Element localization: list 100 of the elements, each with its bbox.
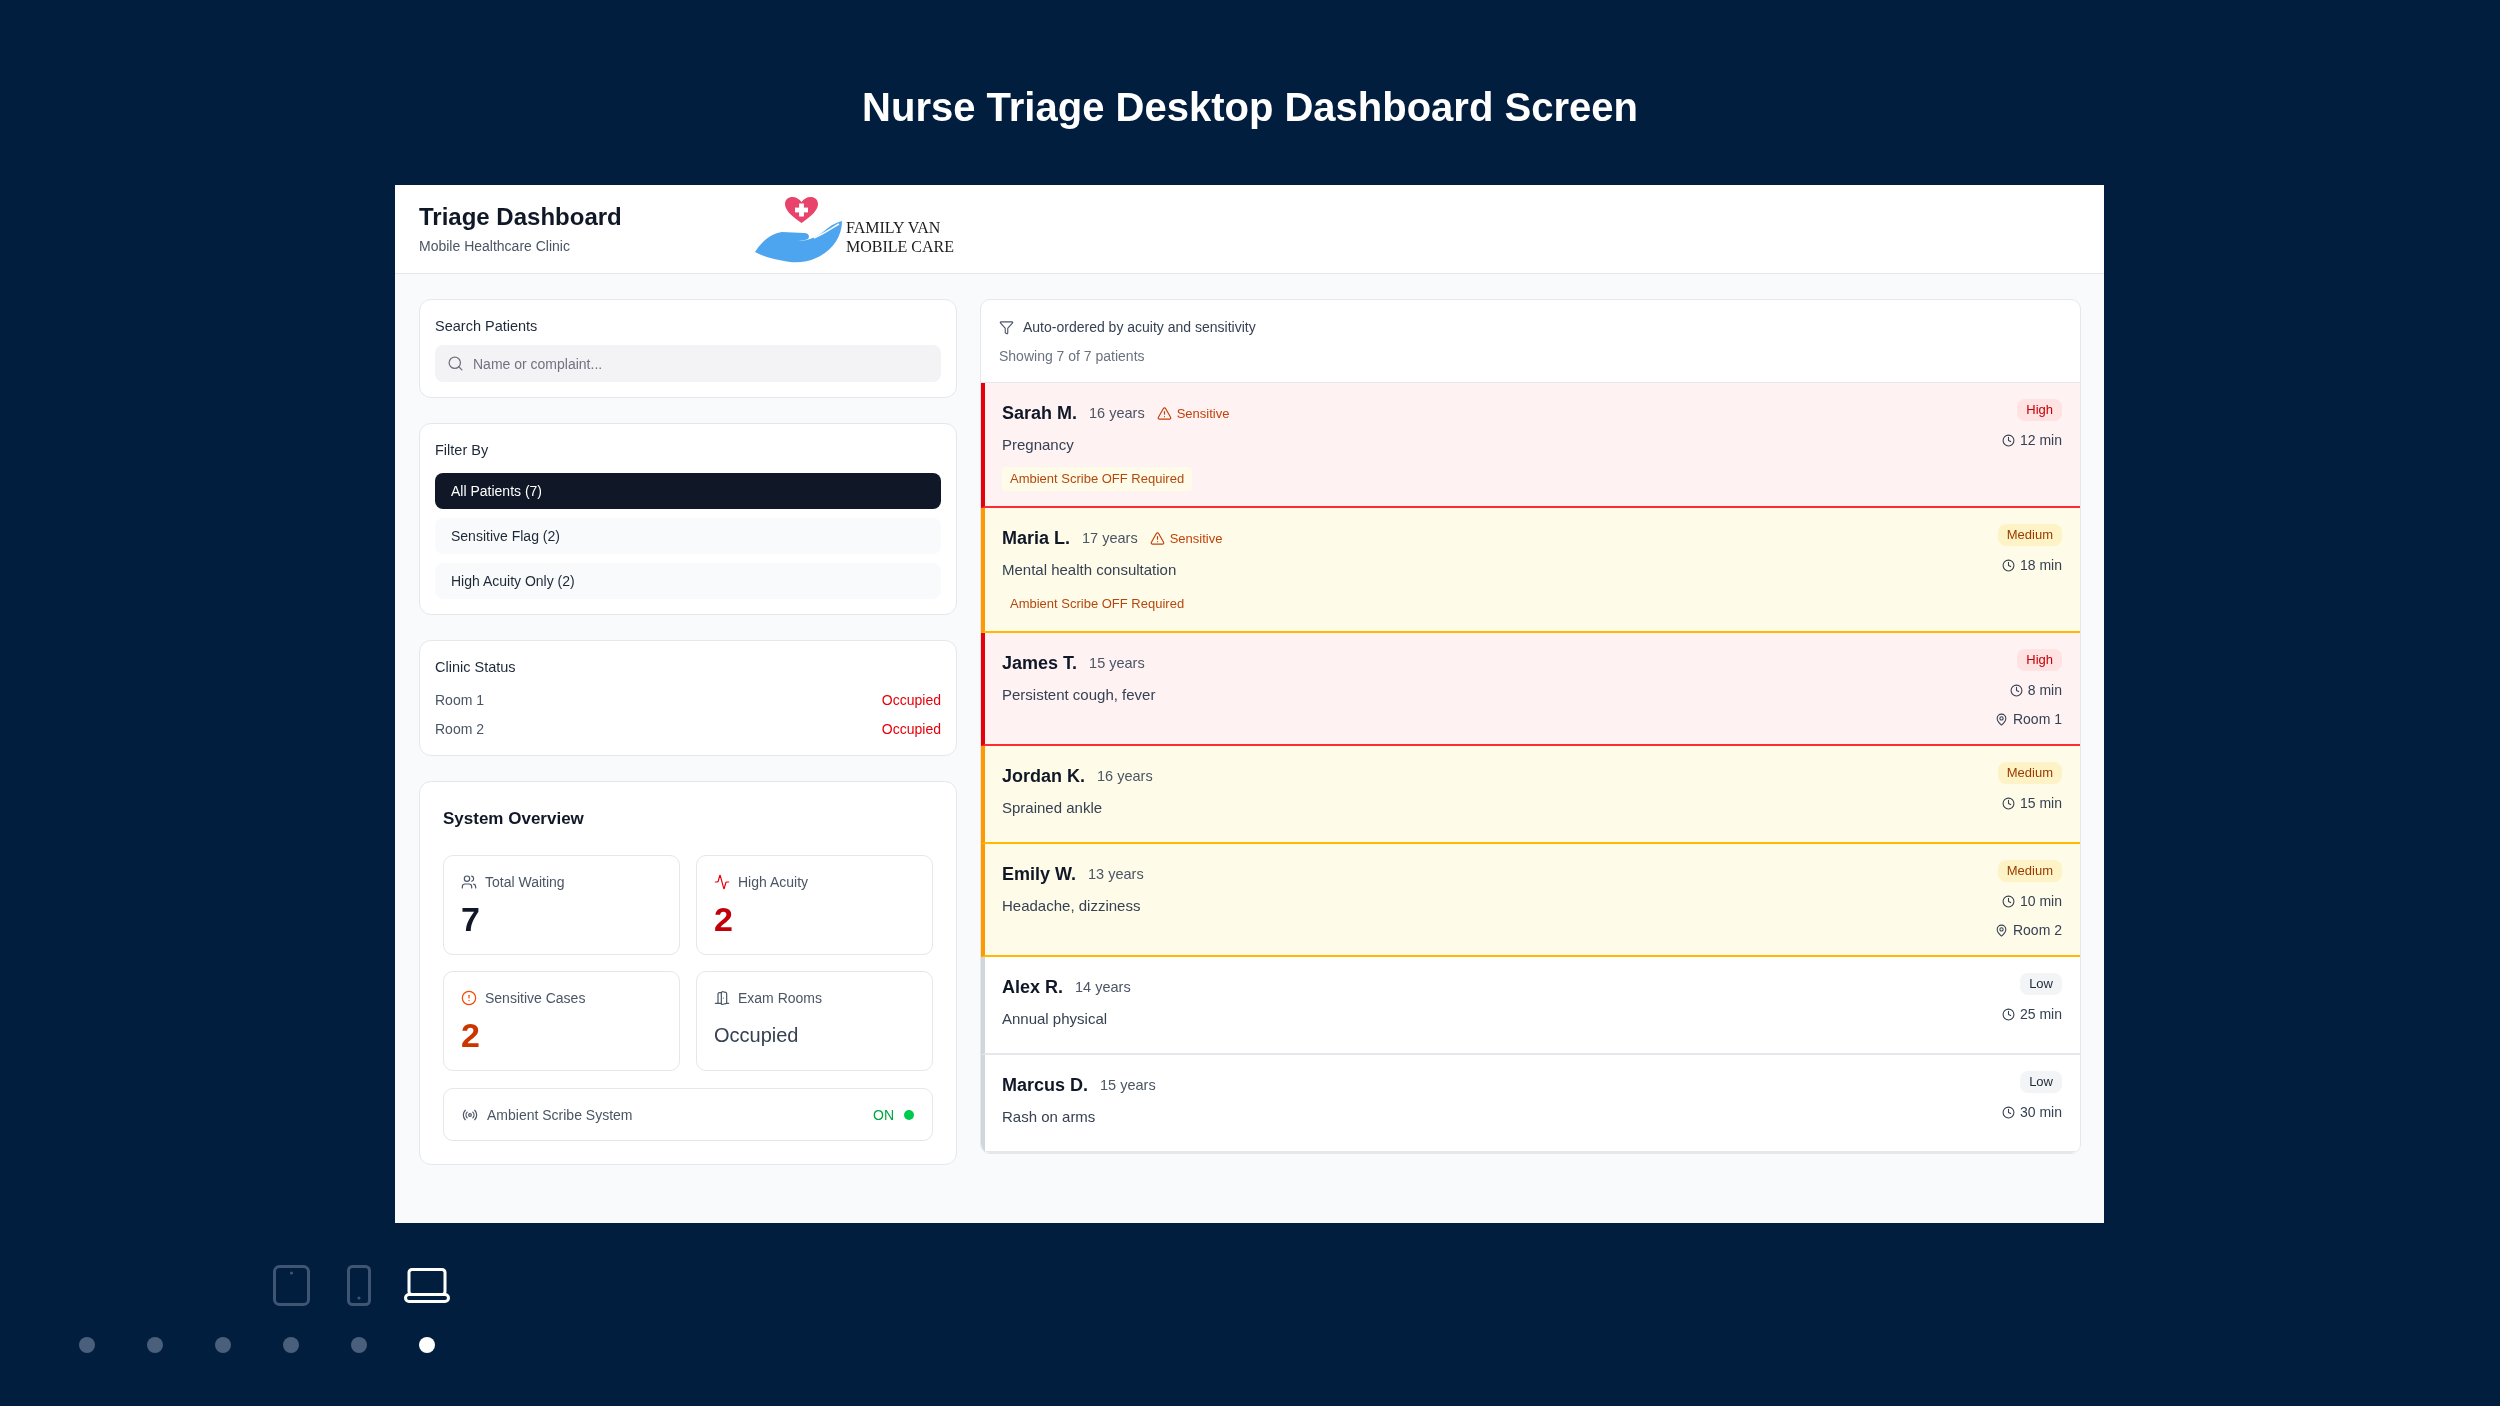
room-text: Room 2	[2012, 921, 2062, 940]
scribe-state: ON	[873, 1106, 894, 1123]
patient-age: 16 years	[1097, 768, 1153, 784]
room-text: Room 1	[2012, 710, 2062, 729]
clock-icon	[2001, 796, 2015, 810]
wait-time: 10 min	[2019, 892, 2062, 911]
patient-count: Showing 7 of 7 patients	[999, 347, 1146, 366]
wait-time: 15 min	[2019, 794, 2062, 813]
acuity-badge: Medium	[1997, 524, 2062, 546]
patient-row[interactable]: Emily W. 13 years Headache, dizziness Medium 10 min Room 2	[981, 844, 2080, 957]
pin-icon	[1994, 923, 2008, 937]
overview-title: System Overview	[443, 808, 585, 830]
pin-icon	[1994, 712, 2008, 726]
complaint-text: Persistent cough, fever	[1002, 685, 1156, 705]
complaint-text: Mental health consultation	[1002, 560, 1177, 580]
stat-label: Total Waiting	[485, 874, 565, 890]
patient-name: Sarah M.	[1002, 402, 1078, 424]
acuity-badge: Low	[2020, 1071, 2062, 1093]
pager-dot[interactable]	[419, 1337, 435, 1353]
dashboard-subtitle: Mobile Healthcare Clinic	[419, 237, 570, 256]
pager-dot[interactable]	[147, 1337, 163, 1353]
patient-row[interactable]: Marcus D. 15 years Rash on arms Low 30 min	[981, 1055, 2080, 1153]
room-status: Occupied	[881, 692, 941, 708]
scribe-off-tag: Ambient Scribe OFF Required	[1002, 467, 1193, 491]
patient-name: Emily W.	[1002, 863, 1077, 885]
pulse-icon	[714, 874, 730, 890]
patient-name: James T.	[1002, 652, 1078, 674]
filter-option[interactable]: High Acuity Only (2)	[435, 563, 941, 599]
patient-name: Maria L.	[1002, 527, 1071, 549]
funnel-icon	[999, 319, 1014, 335]
complaint-text: Rash on arms	[1002, 1107, 1096, 1127]
acuity-badge: Medium	[1997, 860, 2062, 882]
stat-value: Occupied	[714, 1023, 800, 1048]
filter-option[interactable]: All Patients (7)	[435, 473, 941, 509]
sensitive-label: Sensitive	[1176, 405, 1230, 421]
complaint-text: Annual physical	[1002, 1009, 1108, 1029]
stat-value: 2	[461, 1015, 481, 1056]
wait-time: 18 min	[2019, 556, 2062, 575]
patient-age: 16 years	[1089, 405, 1145, 421]
acuity-badge: Low	[2020, 973, 2062, 995]
filter-label: Filter By	[435, 441, 490, 460]
clock-icon	[2001, 558, 2015, 572]
sort-note: Auto-ordered by acuity and sensitivity	[1023, 318, 1256, 337]
search-label: Search Patients	[435, 317, 539, 336]
sensitive-label: Sensitive	[1169, 530, 1223, 546]
patient-name: Alex R.	[1002, 976, 1064, 998]
stat-value: 7	[461, 899, 481, 940]
clock-icon	[2001, 1105, 2015, 1119]
acuity-badge: High	[2017, 649, 2062, 671]
acuity-badge: Medium	[1997, 762, 2062, 784]
patient-age: 15 years	[1100, 1077, 1156, 1093]
clock-icon	[2009, 683, 2023, 697]
door-icon	[714, 990, 730, 1006]
scribe-label: Ambient Scribe System	[487, 1106, 633, 1123]
patient-age: 13 years	[1088, 866, 1144, 882]
room-status: Occupied	[881, 721, 941, 737]
patient-age: 14 years	[1075, 979, 1131, 995]
complaint-text: Headache, dizziness	[1002, 896, 1141, 916]
stat-label: Exam Rooms	[738, 990, 823, 1006]
alert-icon	[461, 990, 477, 1006]
patient-name: Jordan K.	[1002, 765, 1085, 787]
laptop-icon[interactable]	[404, 1267, 450, 1303]
pager-dot[interactable]	[215, 1337, 231, 1353]
stat-value: 2	[714, 899, 734, 940]
patient-row[interactable]: Sarah M. 16 years Sensitive Pregnancy Ambient Scribe OFF Required High 12 min	[981, 383, 2080, 508]
wait-time: 30 min	[2019, 1103, 2062, 1122]
wait-time: 25 min	[2019, 1005, 2062, 1024]
patient-row[interactable]: Alex R. 14 years Annual physical Low 25 min	[981, 957, 2080, 1055]
patient-row[interactable]: James T. 15 years Persistent cough, fever High 8 min Room 1	[981, 633, 2080, 746]
acuity-badge: High	[2017, 399, 2062, 421]
patient-row[interactable]: Maria L. 17 years Sensitive Mental health consultation Ambient Scribe OFF Required Medium 18 min	[981, 508, 2080, 633]
stat-label: High Acuity	[738, 874, 809, 890]
clock-icon	[2001, 894, 2015, 908]
patient-age: 15 years	[1089, 655, 1145, 671]
page-title: Nurse Triage Desktop Dashboard Screen	[862, 84, 1638, 131]
tablet-icon[interactable]	[272, 1264, 310, 1306]
clinic-status-title: Clinic Status	[435, 658, 517, 677]
room-label: Room 2	[435, 721, 485, 737]
stat-label: Sensitive Cases	[485, 990, 586, 1006]
pager-dot[interactable]	[79, 1337, 95, 1353]
room-label: Room 1	[435, 692, 485, 708]
pager-dot[interactable]	[283, 1337, 299, 1353]
search-field[interactable]: Name or complaint...	[435, 345, 941, 382]
logo-icon	[754, 194, 844, 264]
patient-row[interactable]: Jordan K. 16 years Sprained ankle Medium 15 min	[981, 746, 2080, 844]
clock-icon	[2001, 1007, 2015, 1021]
phone-icon[interactable]	[347, 1264, 371, 1306]
patient-name: Marcus D.	[1002, 1074, 1089, 1096]
filter-option[interactable]: Sensitive Flag (2)	[435, 518, 941, 554]
wait-time: 12 min	[2019, 431, 2062, 450]
complaint-text: Pregnancy	[1002, 435, 1074, 455]
clock-icon	[2001, 433, 2015, 447]
patient-age: 17 years	[1082, 530, 1138, 546]
people-icon	[461, 874, 477, 890]
logo-wordmark: FAMILY VAN MOBILE CARE	[846, 218, 954, 256]
pager-dot[interactable]	[351, 1337, 367, 1353]
search-icon	[447, 355, 464, 372]
wait-time: 8 min	[2027, 681, 2062, 700]
dashboard-title: Triage Dashboard	[419, 202, 622, 232]
complaint-text: Sprained ankle	[1002, 798, 1103, 818]
